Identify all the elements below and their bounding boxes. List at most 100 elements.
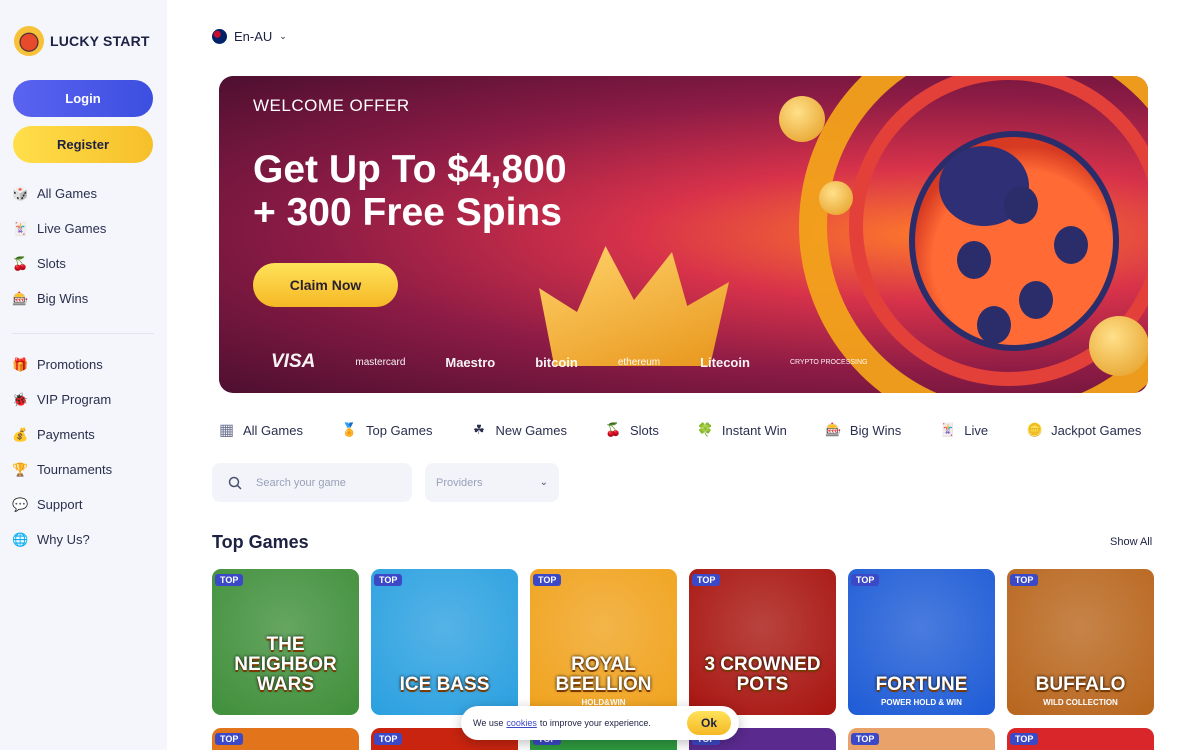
tab-top-games[interactable]: 🏅 Top Games (341, 419, 432, 441)
ladybug-spot (1004, 186, 1038, 224)
show-all-link[interactable]: Show All (1110, 536, 1152, 548)
tab-label: Slots (629, 422, 659, 438)
tab-label: New Games (495, 422, 567, 438)
sidebar-item-label: Tournaments (37, 462, 113, 477)
game-subtitle: WILD COLLECTION (1043, 698, 1118, 707)
game-title: FORTUNE (875, 674, 968, 695)
game-tile[interactable]: TOP (212, 728, 359, 750)
game-tile[interactable]: TOP BUFFALO WILD COLLECTION (1007, 569, 1154, 715)
tab-big-wins[interactable]: 🎰 Big Wins (825, 419, 901, 441)
game-tile[interactable]: TOP ICE BASS (371, 569, 518, 715)
chat-icon: 💬 (12, 496, 29, 512)
login-button[interactable]: Login (13, 80, 153, 117)
top-badge: TOP (1010, 733, 1039, 745)
tab-all-games[interactable]: ▦ All Games (218, 419, 303, 441)
tab-label: Top Games (365, 422, 433, 438)
sidebar-item-payments[interactable]: 💰 Payments (12, 417, 157, 452)
cookie-text-suffix: to improve your experience. (539, 718, 651, 728)
headline-line-2: + 300 Free Spins (253, 191, 562, 234)
sidebar-item-label: Big Wins (37, 291, 89, 306)
coin-illustration (819, 181, 853, 215)
claim-now-button[interactable]: Claim Now (253, 263, 398, 307)
crown-illustration (539, 246, 729, 366)
search-icon (228, 476, 242, 490)
welcome-banner[interactable]: WELCOME OFFER Get Up To $4,800 + 300 Fre… (219, 76, 1148, 393)
banner-headline: Get Up To $4,800 + 300 Free Spins (253, 148, 673, 234)
logo[interactable]: LUCKY START (14, 26, 150, 56)
tab-jackpot-games[interactable]: 🪙 Jackpot Games (1026, 419, 1141, 441)
sidebar-item-slots[interactable]: 🍒 Slots (12, 246, 157, 281)
search-input[interactable] (256, 476, 396, 489)
sidebar-item-promotions[interactable]: 🎁 Promotions (12, 347, 157, 382)
top-badge: TOP (215, 733, 244, 745)
ladybug-logo-icon (14, 26, 44, 56)
sidebar-item-vip-program[interactable]: 🐞 VIP Program (12, 382, 157, 417)
language-selector[interactable]: En-AU ⌄ (212, 29, 287, 44)
game-title: BUFFALO (1035, 674, 1126, 695)
sidebar-item-tournaments[interactable]: 🏆 Tournaments (12, 452, 157, 487)
tab-label: Live (964, 422, 989, 438)
sidebar-item-big-wins[interactable]: 🎰 Big Wins (12, 281, 157, 316)
game-title: THE NEIGHBOR WARS (234, 634, 337, 695)
top-badge: TOP (374, 574, 403, 586)
sidebar-item-live-games[interactable]: 🃏 Live Games (12, 211, 157, 246)
top-badge: TOP (533, 574, 562, 586)
tab-label: All Games (243, 422, 303, 438)
globe-icon: 🌐 (12, 531, 29, 547)
sidebar-item-why-us[interactable]: 🌐 Why Us? (12, 522, 157, 557)
sidebar-item-all-games[interactable]: 🎲 All Games (12, 176, 157, 211)
game-tile[interactable]: TOP ROYAL BEELLION HOLD&WIN (530, 569, 677, 715)
live-cards-icon: 🃏 (939, 422, 956, 437)
medal-icon: 🏅 (341, 422, 358, 437)
maestro-logo: Maestro (445, 354, 496, 370)
banner-kicker: WELCOME OFFER (253, 96, 410, 115)
sidebar-secondary-nav: 🎁 Promotions 🐞 VIP Program 💰 Payments 🏆 … (12, 347, 157, 557)
game-title: 3 CROWNED POTS (704, 654, 821, 695)
visa-logo: VISA (271, 351, 316, 372)
sidebar-item-support[interactable]: 💬 Support (12, 487, 157, 522)
register-button[interactable]: Register (13, 126, 153, 163)
providers-dropdown[interactable]: Providers ⌄ (425, 463, 559, 502)
top-badge: TOP (851, 733, 880, 745)
tab-instant-win[interactable]: 🍀 Instant Win (697, 419, 787, 441)
cookie-text-prefix: We use (473, 718, 504, 728)
live-cards-icon: 🃏 (12, 220, 29, 236)
game-title: ICE BASS (399, 674, 490, 695)
game-tile[interactable]: TOP 3 CROWNED POTS (689, 569, 836, 715)
mastercard-logo: mastercard (355, 356, 406, 368)
sidebar: LUCKY START Login Register 🎲 All Games 🃏… (0, 0, 167, 750)
cookies-link[interactable]: cookies (506, 718, 537, 728)
game-tile[interactable]: TOP FORTUNE POWER HOLD & WIN (848, 569, 995, 715)
tab-new-games[interactable]: ☘ New Games (470, 419, 567, 441)
game-tile[interactable]: TOP THE NEIGHBOR WARS (212, 569, 359, 715)
gift-icon: 🎁 (12, 356, 29, 372)
ladybug-spot (957, 241, 991, 279)
ladybug-spot (1019, 281, 1053, 319)
coin-icon: 🪙 (1026, 422, 1043, 437)
game-tile[interactable]: TOP (1007, 728, 1154, 750)
sidebar-item-label: Promotions (37, 357, 103, 372)
top-badge: TOP (692, 574, 721, 586)
section-title-top-games: Top Games (212, 532, 309, 552)
cookie-ok-button[interactable]: Ok (687, 711, 731, 735)
game-title: ROYAL BEELLION (555, 654, 652, 695)
top-badge: TOP (374, 733, 403, 745)
search-box[interactable] (212, 463, 412, 502)
ladybug-icon: 🐞 (12, 391, 29, 407)
dice-icon: 🎲 (12, 185, 29, 201)
tab-label: Jackpot Games (1051, 422, 1142, 438)
game-tile[interactable]: TOP (848, 728, 995, 750)
language-label: En-AU (234, 29, 273, 44)
sidebar-item-label: Slots (37, 256, 66, 271)
tab-live[interactable]: 🃏 Live (939, 419, 988, 441)
cherries-icon: 🍒 (605, 422, 622, 437)
grid-icon: ▦ (218, 422, 235, 439)
litecoin-logo: Litecoin (700, 354, 750, 370)
slot-machine-icon: 🎰 (825, 422, 842, 437)
ladybug-spot (1054, 226, 1088, 264)
tab-slots[interactable]: 🍒 Slots (605, 419, 659, 441)
slot-machine-icon: 🎰 (12, 290, 29, 306)
ladybug-spot (977, 306, 1011, 344)
sidebar-primary-nav: 🎲 All Games 🃏 Live Games 🍒 Slots 🎰 Big W… (12, 176, 157, 316)
tab-label: Big Wins (849, 422, 902, 438)
